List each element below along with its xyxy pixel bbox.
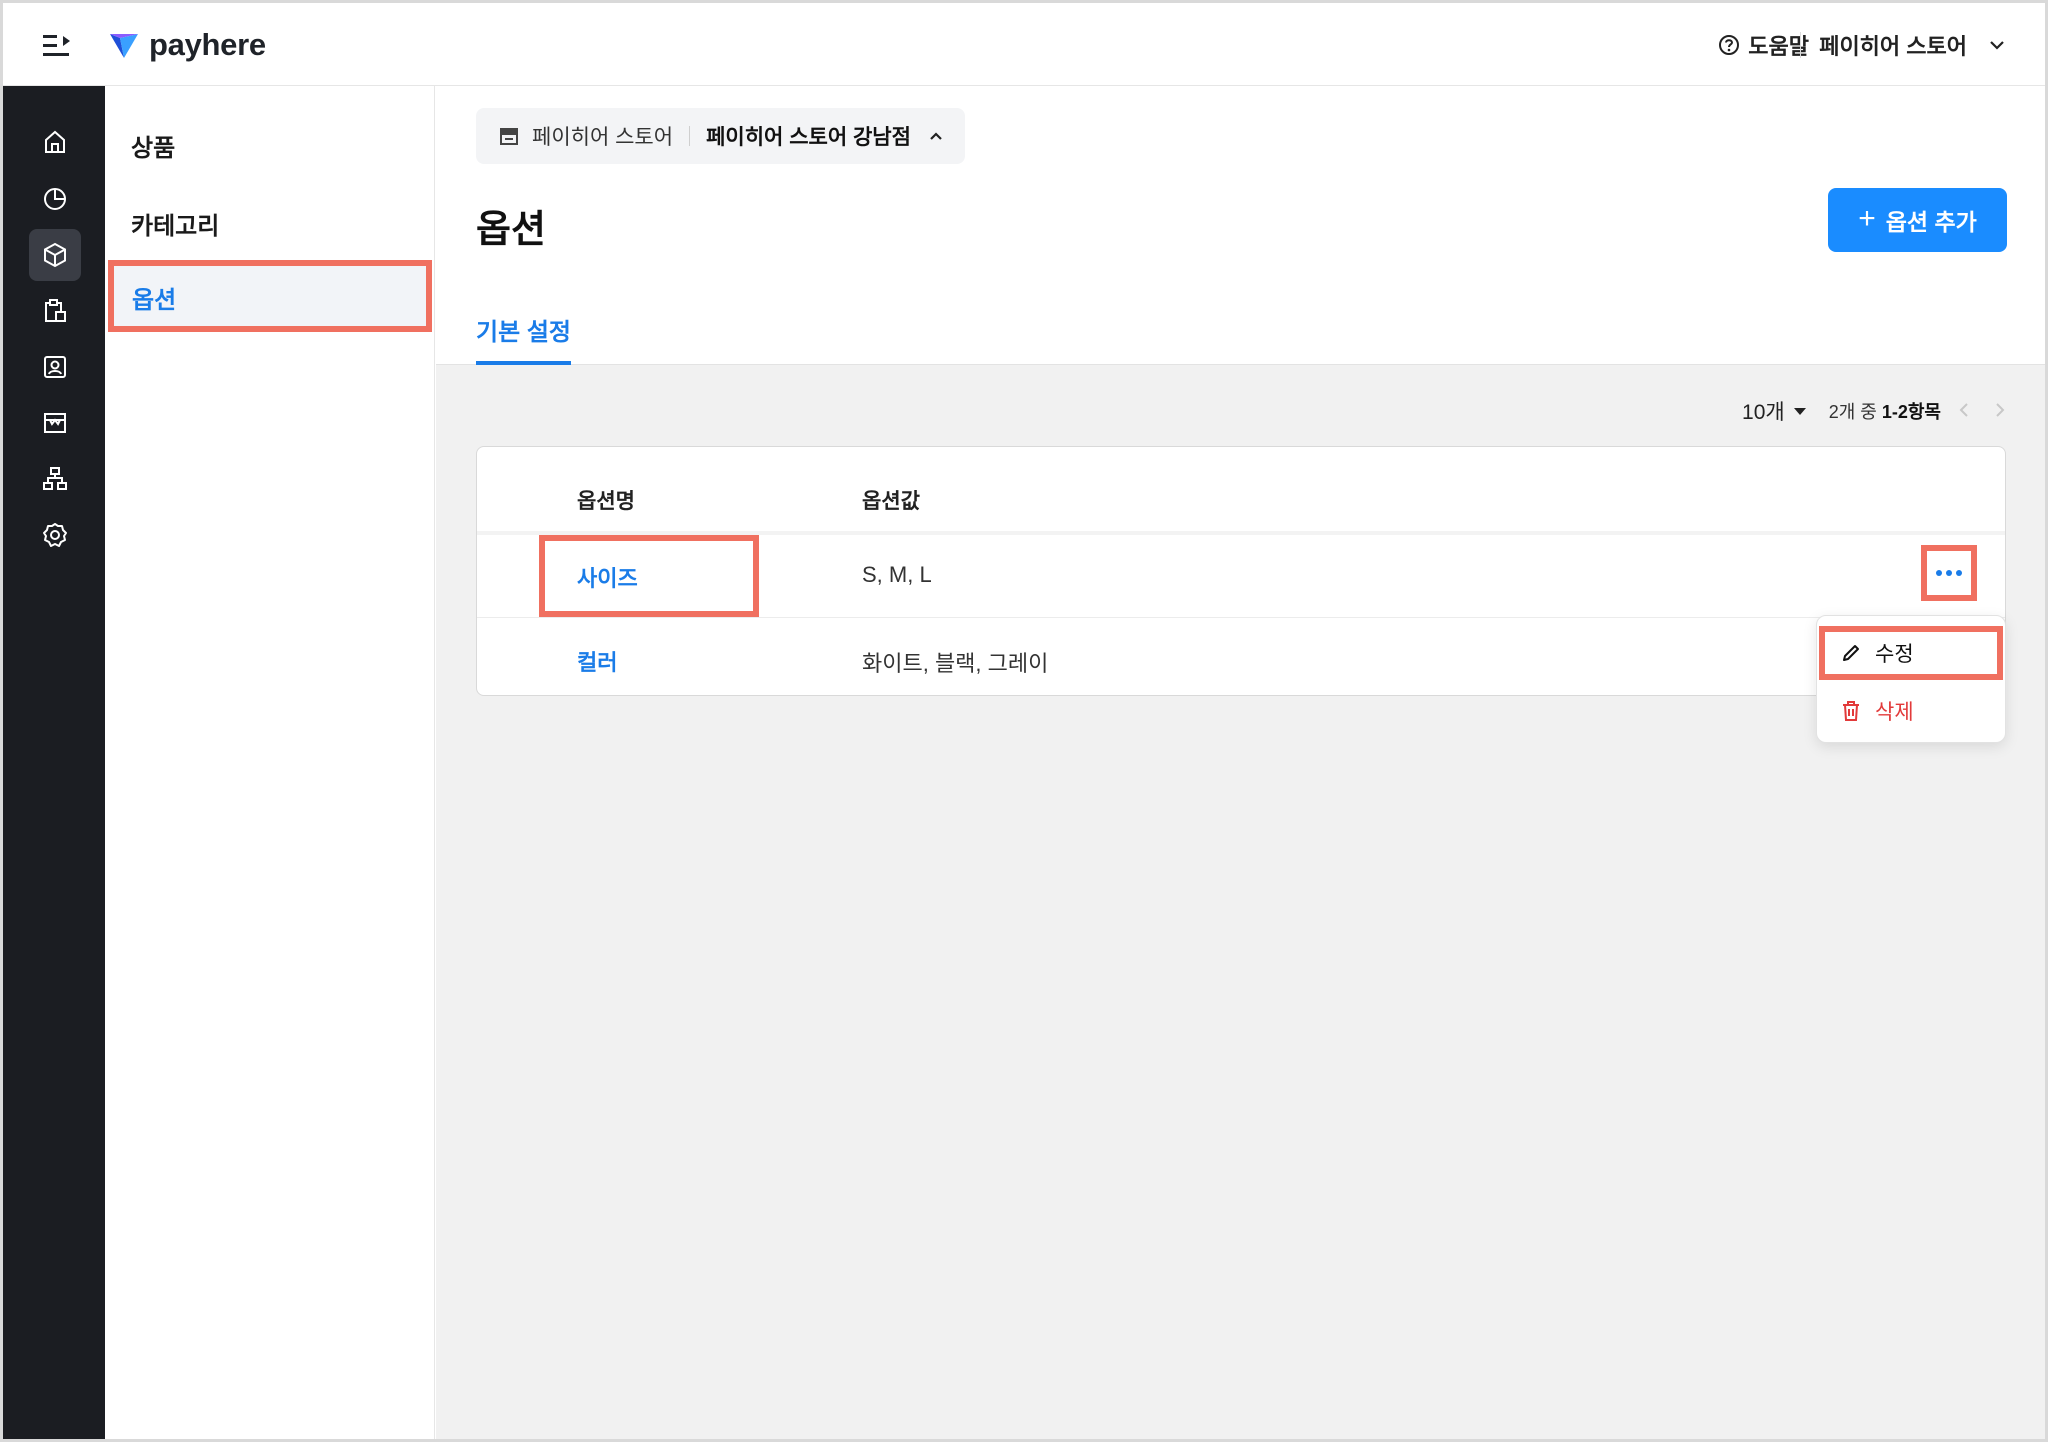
column-header-name: 옵션명 bbox=[577, 490, 635, 513]
sidebar-toggle-icon[interactable] bbox=[41, 31, 75, 61]
subnav-item-options[interactable]: 옵션 bbox=[108, 260, 432, 332]
trash-icon bbox=[1843, 701, 1859, 721]
sub-navigation: 상품 카테고리 옵션 bbox=[105, 86, 435, 1439]
pagination-total: 2개 중 bbox=[1828, 402, 1882, 422]
breadcrumb-branch: 페이히어 스토어 강남점 bbox=[706, 126, 911, 149]
row-divider bbox=[477, 617, 2005, 618]
ellipsis-icon bbox=[1936, 570, 1962, 576]
column-header-value: 옵션값 bbox=[862, 490, 920, 513]
pagination-range: 2개 중 1-2항목 bbox=[1829, 398, 1941, 424]
store-switcher-label: 페이히어 스토어 bbox=[1819, 34, 1967, 59]
delete-menu-item[interactable]: 삭제 bbox=[1841, 696, 1914, 726]
payhere-logo-icon bbox=[110, 34, 138, 58]
options-table: 옵션명 옵션값 사이즈 S, M, L 컬러 화이트, 블랙, 그레이 bbox=[476, 446, 2006, 696]
plus-icon: + bbox=[1858, 201, 1876, 235]
option-values: 화이트, 블랙, 그레이 bbox=[862, 651, 1049, 676]
add-option-button[interactable]: + 옵션 추가 bbox=[1828, 188, 2007, 252]
option-values: S, M, L bbox=[862, 562, 932, 587]
option-name-link[interactable]: 컬러 bbox=[577, 645, 617, 677]
chevron-down-icon bbox=[1990, 41, 2004, 50]
row-action-menu: 수정 삭제 bbox=[1816, 615, 2006, 743]
subnav-item-options-label: 옵션 bbox=[132, 287, 177, 314]
pagination: 10개 2개 중 1-2항목 bbox=[1742, 396, 2005, 426]
clipboard-icon[interactable] bbox=[29, 285, 81, 337]
breadcrumb-store: 페이히어 스토어 bbox=[532, 126, 674, 149]
product-box-icon[interactable] bbox=[29, 229, 81, 281]
next-page-icon[interactable] bbox=[1995, 400, 2005, 423]
organization-icon[interactable] bbox=[29, 453, 81, 505]
more-actions-button[interactable] bbox=[1921, 545, 1977, 601]
help-icon bbox=[1719, 35, 1740, 55]
tab-underline bbox=[476, 361, 571, 365]
option-name-link[interactable]: 사이즈 bbox=[577, 561, 638, 593]
tab-basic-settings[interactable]: 기본 설정 bbox=[476, 312, 571, 347]
payhere-logo[interactable]: payhere bbox=[109, 25, 266, 65]
chevron-up-icon bbox=[930, 132, 942, 140]
pencil-icon bbox=[1843, 645, 1859, 661]
page-size-select[interactable]: 10개 bbox=[1742, 396, 1807, 426]
store-breadcrumb[interactable]: 페이히어 스토어 페이히어 스토어 강남점 bbox=[476, 108, 965, 164]
caret-down-icon bbox=[1793, 407, 1806, 415]
prev-page-icon[interactable] bbox=[1959, 400, 1969, 423]
help-link[interactable]: 도움말 bbox=[1718, 29, 1809, 61]
edit-menu-item[interactable]: 수정 bbox=[1819, 626, 2003, 680]
subnav-item-products[interactable]: 상품 bbox=[131, 128, 175, 163]
logo-text: payhere bbox=[149, 27, 266, 62]
delete-label: 삭제 bbox=[1875, 701, 1914, 724]
subnav-item-categories[interactable]: 카테고리 bbox=[131, 206, 219, 241]
divider bbox=[1800, 32, 1802, 58]
page-header: 페이히어 스토어 페이히어 스토어 강남점 옵션 + 옵션 추가 기본 설정 bbox=[436, 86, 2045, 365]
store-icon bbox=[500, 128, 518, 145]
store-switcher[interactable]: 페이히어 스토어 bbox=[1800, 29, 2005, 61]
pagination-items: 1-2항목 bbox=[1881, 402, 1941, 422]
highlight-box bbox=[539, 535, 759, 617]
settings-gear-icon[interactable] bbox=[29, 509, 81, 561]
customer-icon[interactable] bbox=[29, 341, 81, 393]
page-size-value: 10개 bbox=[1742, 401, 1785, 424]
pie-chart-icon[interactable] bbox=[29, 173, 81, 225]
page-title: 옵션 bbox=[476, 209, 546, 251]
home-icon[interactable] bbox=[29, 116, 81, 168]
edit-label: 수정 bbox=[1875, 643, 1914, 666]
icon-rail bbox=[3, 86, 105, 1439]
add-option-label: 옵션 추가 bbox=[1885, 209, 1977, 235]
main-content: 페이히어 스토어 페이히어 스토어 강남점 옵션 + 옵션 추가 기본 설정 1… bbox=[436, 86, 2045, 1439]
top-bar: payhere 도움말 페이히어 스토어 bbox=[3, 3, 2045, 86]
divider bbox=[689, 126, 691, 146]
store-icon[interactable] bbox=[29, 397, 81, 449]
